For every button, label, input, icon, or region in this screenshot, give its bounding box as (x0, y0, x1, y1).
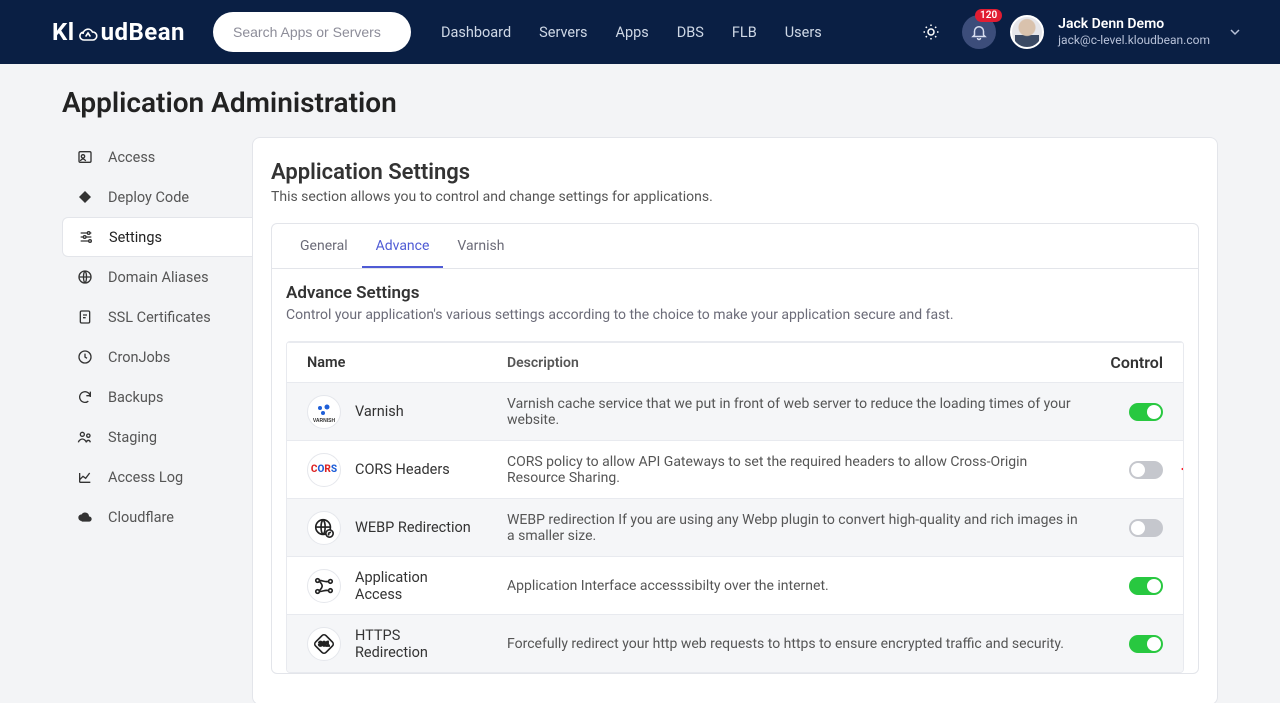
brand-logo[interactable]: Kl udBean (52, 18, 185, 46)
table-row: 301 HTTPS Redirection Forcefully redirec… (287, 614, 1183, 672)
nav-dbs[interactable]: DBS (677, 24, 704, 41)
sidebar: Access Deploy Code Settings Domain Alias… (62, 137, 252, 703)
https-icon: 301 (307, 627, 341, 661)
sidebar-item-backups[interactable]: Backups (62, 377, 252, 417)
sidebar-item-deploy-code[interactable]: Deploy Code (62, 177, 252, 217)
cloud-icon (77, 21, 99, 43)
col-desc-header: Description (507, 355, 1093, 371)
toggle-cors-headers[interactable] (1129, 461, 1163, 479)
sidebar-item-settings[interactable]: Settings (62, 217, 252, 257)
sidebar-item-cronjobs[interactable]: CronJobs (62, 337, 252, 377)
sliders-icon (77, 228, 95, 246)
user-menu[interactable]: Jack Denn Demo jack@c-level.kloudbean.co… (1058, 16, 1210, 47)
table-row: WEBP Redirection WEBP redirection If you… (287, 498, 1183, 556)
svg-text:VARNISH: VARNISH (313, 418, 336, 424)
row-name: HTTPS Redirection (355, 627, 475, 661)
row-name: CORS Headers (355, 461, 450, 478)
certificate-icon (76, 308, 94, 326)
top-navbar: Kl udBean Dashboard Servers Apps DBS FLB… (0, 0, 1280, 64)
row-name: Varnish (355, 403, 404, 420)
nav-apps[interactable]: Apps (616, 24, 649, 41)
sidebar-item-access[interactable]: Access (62, 137, 252, 177)
diamond-icon (76, 188, 94, 206)
col-name-header: Name (307, 354, 507, 371)
row-name: WEBP Redirection (355, 519, 471, 536)
user-name: Jack Denn Demo (1058, 16, 1210, 33)
sun-icon (922, 23, 940, 41)
user-card-icon (76, 148, 94, 166)
bell-icon (970, 23, 988, 41)
row-name: Application Access (355, 569, 475, 603)
chevron-down-icon[interactable] (1230, 27, 1240, 37)
table-row: CORS CORS Headers CORS policy to allow A… (287, 440, 1183, 498)
card-subtitle: This section allows you to control and c… (271, 189, 1199, 205)
avatar[interactable] (1010, 15, 1044, 49)
nav-users[interactable]: Users (785, 24, 822, 41)
toggle-varnish[interactable] (1129, 403, 1163, 421)
tab-general[interactable]: General (286, 224, 362, 268)
section-desc: Control your application's various setti… (286, 307, 1184, 323)
col-ctrl-header: Control (1093, 353, 1163, 372)
card-title: Application Settings (271, 160, 1199, 185)
search-input[interactable] (233, 24, 391, 40)
sidebar-item-access-log[interactable]: Access Log (62, 457, 252, 497)
people-icon (76, 428, 94, 446)
row-desc: Application Interface accesssibilty over… (507, 578, 1093, 594)
row-desc: Varnish cache service that we put in fro… (507, 396, 1093, 428)
notifications-button[interactable]: 120 (962, 15, 996, 49)
varnish-icon: VARNISH (307, 395, 341, 429)
section-title: Advance Settings (286, 283, 1184, 303)
user-email: jack@c-level.kloudbean.com (1058, 33, 1210, 47)
nav-dashboard[interactable]: Dashboard (441, 24, 511, 41)
row-desc: Forcefully redirect your http web reques… (507, 636, 1093, 652)
settings-card: Application Settings This section allows… (252, 137, 1218, 703)
row-desc: CORS policy to allow API Gateways to set… (507, 454, 1093, 486)
tab-varnish[interactable]: Varnish (443, 224, 518, 268)
svg-text:301: 301 (319, 640, 330, 647)
sidebar-item-domain-aliases[interactable]: Domain Aliases (62, 257, 252, 297)
sidebar-item-cloudflare[interactable]: Cloudflare (62, 497, 252, 537)
nav-flb[interactable]: FLB (732, 24, 757, 41)
webp-icon (307, 511, 341, 545)
table-row: Application Access Application Interface… (287, 556, 1183, 614)
toggle-application-access[interactable] (1129, 577, 1163, 595)
table-row: VARNISH Varnish Varnish cache service th… (287, 382, 1183, 440)
notification-badge: 120 (975, 9, 1002, 22)
access-icon (307, 569, 341, 603)
settings-table: Name Description Control VARNISH Varnish… (286, 341, 1184, 673)
sidebar-item-staging[interactable]: Staging (62, 417, 252, 457)
nav-servers[interactable]: Servers (539, 24, 587, 41)
tab-advance[interactable]: Advance (362, 224, 444, 268)
page-title: Application Administration (62, 86, 1218, 119)
theme-toggle[interactable] (914, 15, 948, 49)
clock-icon (76, 348, 94, 366)
refresh-icon (76, 388, 94, 406)
row-desc: WEBP redirection If you are using any We… (507, 512, 1093, 544)
cors-icon: CORS (307, 453, 341, 487)
chart-icon (76, 468, 94, 486)
globe-icon (76, 268, 94, 286)
toggle-webp-redirection[interactable] (1129, 519, 1163, 537)
sidebar-item-ssl-certificates[interactable]: SSL Certificates (62, 297, 252, 337)
settings-tabs: General Advance Varnish (272, 224, 1198, 269)
cloud-icon (76, 508, 94, 526)
search-box[interactable] (213, 12, 411, 52)
toggle-https-redirection[interactable] (1129, 635, 1163, 653)
table-header: Name Description Control (287, 342, 1183, 382)
primary-nav: Dashboard Servers Apps DBS FLB Users (441, 24, 822, 41)
